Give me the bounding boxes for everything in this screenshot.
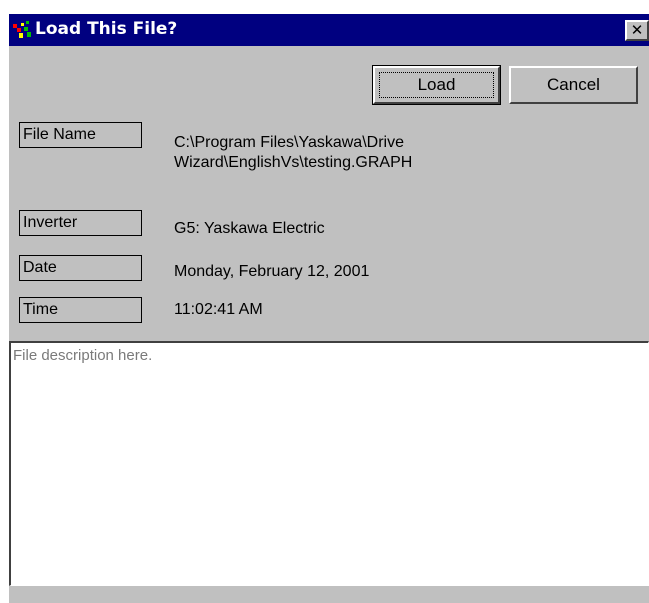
time-label: Time [19,297,142,323]
close-icon: ✕ [630,21,644,39]
load-file-dialog: Load This File? ✕ Load Cancel File Name … [9,14,649,603]
dialog-title: Load This File? [35,19,178,39]
cancel-button-label: Cancel [547,75,600,94]
focus-rectangle [379,72,494,98]
inverter-value: G5: Yaskawa Electric [174,220,325,237]
date-label: Date [19,255,142,281]
cancel-button[interactable]: Cancel [509,66,638,104]
file-name-value: C:\Program Files\Yaskawa\Drive Wizard\En… [174,133,412,173]
date-value: Monday, February 12, 2001 [174,263,370,280]
file-name-line-2: Wizard\EnglishVs\testing.GRAPH [174,154,413,171]
inverter-label: Inverter [19,210,142,236]
file-name-label: File Name [19,122,142,148]
graph-app-icon [13,21,31,38]
file-description-text: File description here. [13,347,153,364]
load-button[interactable]: Load [372,65,501,105]
close-button[interactable]: ✕ [625,20,649,41]
title-bar[interactable]: Load This File? ✕ [9,14,649,46]
file-description-textarea[interactable]: File description here. [9,341,649,586]
file-name-line-1: C:\Program Files\Yaskawa\Drive [174,134,404,151]
time-value: 11:02:41 AM [174,301,263,318]
